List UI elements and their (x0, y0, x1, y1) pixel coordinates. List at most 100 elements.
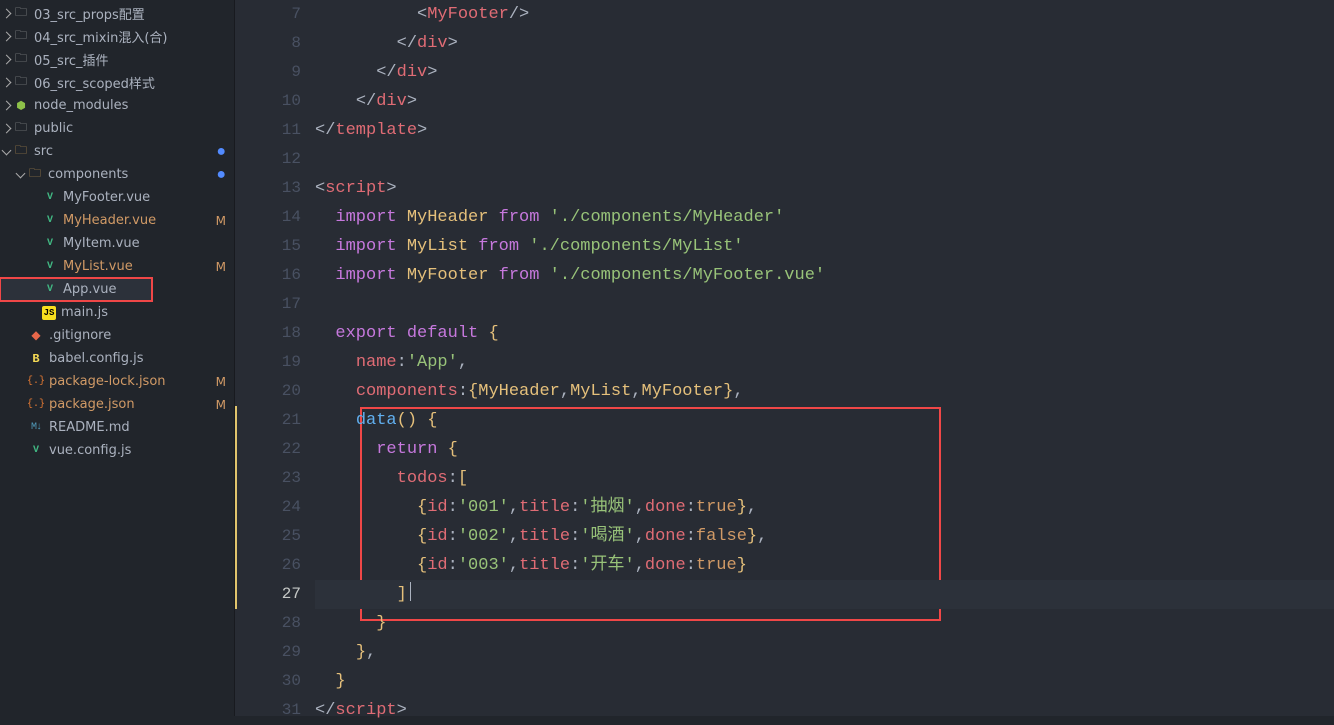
folder-g-icon: 🗀 (13, 29, 29, 45)
chevron-right-icon[interactable] (2, 78, 12, 88)
code-line[interactable]: } (315, 609, 1334, 638)
tree-item-06_src_scoped--[interactable]: 🗀 06_src_scoped样式 (0, 71, 234, 94)
line-number: 27 (235, 580, 301, 609)
code-line[interactable]: return { (315, 435, 1334, 464)
js-icon: JS (42, 306, 56, 320)
tree-item-label: 04_src_mixin混入(合) (34, 27, 226, 46)
tree-item--gitignore[interactable]: ◆.gitignore (0, 324, 234, 347)
file-explorer-sidebar[interactable]: 🗀03_src_props配置 🗀 04_src_mixin混入(合) 🗀05_src… (0, 0, 235, 716)
json-icon: {.} (28, 397, 44, 413)
tree-item-babel-config-js[interactable]: Bbabel.config.js (0, 347, 234, 370)
chevron-right-icon[interactable] (2, 101, 12, 111)
tree-item-label: vue.config.js (49, 443, 226, 458)
code-line[interactable]: ] (315, 580, 1334, 609)
json-icon: {.} (28, 374, 44, 390)
code-line[interactable] (315, 290, 1334, 319)
tree-item-package-lock-json[interactable]: {.}package-lock.jsonM (0, 370, 234, 393)
line-number: 14 (235, 203, 301, 232)
code-line[interactable]: </div> (315, 87, 1334, 116)
vue-icon: V (28, 443, 44, 459)
code-line[interactable]: name:'App', (315, 348, 1334, 377)
folder-g-icon: 🗀 (13, 75, 29, 91)
code-line[interactable]: {id:'003',title:'开车',done:true} (315, 551, 1334, 580)
tree-item-myitem-vue[interactable]: V MyItem.vue (0, 232, 234, 255)
tree-item-readme-md[interactable]: M↓ README.md (0, 416, 234, 439)
tree-item-label: 06_src_scoped样式 (34, 73, 226, 92)
tree-item-vue-config-js[interactable]: Vvue.config.js (0, 439, 234, 462)
code-line[interactable]: export default { (315, 319, 1334, 348)
tree-item-label: README.md (49, 420, 226, 435)
tree-item-label: babel.config.js (49, 351, 226, 366)
chevron-right-icon[interactable] (2, 124, 12, 134)
tree-item-public[interactable]: 🗀public (0, 117, 234, 140)
git-icon: ◆ (28, 328, 44, 344)
tree-item-label: package-lock.json (49, 374, 210, 389)
tree-item-mylist-vue[interactable]: VMyList.vueM (0, 255, 234, 278)
tree-item-label: MyItem.vue (63, 236, 226, 251)
code-line[interactable]: import MyList from './components/MyList' (315, 232, 1334, 261)
modified-indicator: M (210, 214, 226, 228)
code-line[interactable]: {id:'001',title:'抽烟',done:true}, (315, 493, 1334, 522)
tree-item-src[interactable]: 🗀src● (0, 140, 234, 163)
chevron-down-icon[interactable] (2, 145, 12, 155)
line-number: 23 (235, 464, 301, 493)
line-number: 12 (235, 145, 301, 174)
line-number: 11 (235, 116, 301, 145)
tree-item-main-js[interactable]: JS main.js (0, 301, 234, 324)
code-line[interactable]: } (315, 667, 1334, 696)
code-line[interactable]: todos:[ (315, 464, 1334, 493)
tree-item-myfooter-vue[interactable]: VMyFooter.vue (0, 186, 234, 209)
tree-item-03_src_props--[interactable]: 🗀03_src_props配置 (0, 2, 234, 25)
tree-item-package-json[interactable]: {.}package.jsonM (0, 393, 234, 416)
line-number: 25 (235, 522, 301, 551)
code-line[interactable]: </div> (315, 29, 1334, 58)
line-number: 28 (235, 609, 301, 638)
code-editor[interactable]: 7891011121314151617181920212223242526272… (235, 0, 1334, 716)
tree-item-label: public (34, 121, 226, 136)
line-number: 29 (235, 638, 301, 667)
line-number: 24 (235, 493, 301, 522)
code-line[interactable]: <MyFooter/> (315, 0, 1334, 29)
code-line[interactable]: data() { (315, 406, 1334, 435)
line-number: 31 (235, 696, 301, 725)
tree-item-label: App.vue (63, 282, 144, 297)
tree-item-components[interactable]: 🗀components● (0, 163, 234, 186)
chevron-right-icon[interactable] (2, 55, 12, 65)
line-number: 19 (235, 348, 301, 377)
code-content[interactable]: <MyFooter/> </div> </div> </div></templa… (315, 0, 1334, 716)
tree-item-05_src_--[interactable]: 🗀05_src_插件 (0, 48, 234, 71)
md-icon: M↓ (28, 420, 44, 436)
tree-item-label: main.js (61, 305, 226, 320)
code-line[interactable] (315, 145, 1334, 174)
chevron-down-icon[interactable] (16, 168, 26, 178)
line-number: 8 (235, 29, 301, 58)
code-line[interactable]: import MyFooter from './components/MyFoo… (315, 261, 1334, 290)
tree-item-label: node_modules (34, 98, 226, 113)
chevron-right-icon[interactable] (2, 32, 12, 42)
line-number: 7 (235, 0, 301, 29)
code-line[interactable]: </script> (315, 696, 1334, 725)
code-line[interactable]: </template> (315, 116, 1334, 145)
folder-g-icon: 🗀 (13, 52, 29, 68)
node-icon: ⬢ (13, 98, 29, 114)
folder-icon: 🗀 (27, 167, 43, 183)
line-number: 21 (235, 406, 301, 435)
code-line[interactable]: <script> (315, 174, 1334, 203)
code-line[interactable]: import MyHeader from './components/MyHea… (315, 203, 1334, 232)
code-line[interactable]: </div> (315, 58, 1334, 87)
tree-item-04_src_mixin-----[interactable]: 🗀 04_src_mixin混入(合) (0, 25, 234, 48)
code-line[interactable]: {id:'002',title:'喝酒',done:false}, (315, 522, 1334, 551)
chevron-right-icon[interactable] (2, 9, 12, 19)
text-cursor (410, 582, 412, 601)
tree-item-app-vue[interactable]: VApp.vue (0, 278, 152, 301)
vue-icon: V (42, 190, 58, 206)
vue-icon: V (42, 236, 58, 252)
tree-item-node_modules[interactable]: ⬢ node_modules (0, 94, 234, 117)
dirty-indicator: ● (216, 166, 226, 184)
line-number: 18 (235, 319, 301, 348)
code-line[interactable]: }, (315, 638, 1334, 667)
tree-item-myheader-vue[interactable]: VMyHeader.vueM (0, 209, 234, 232)
modified-indicator: M (210, 260, 226, 274)
line-number: 22 (235, 435, 301, 464)
code-line[interactable]: components:{MyHeader,MyList,MyFooter}, (315, 377, 1334, 406)
